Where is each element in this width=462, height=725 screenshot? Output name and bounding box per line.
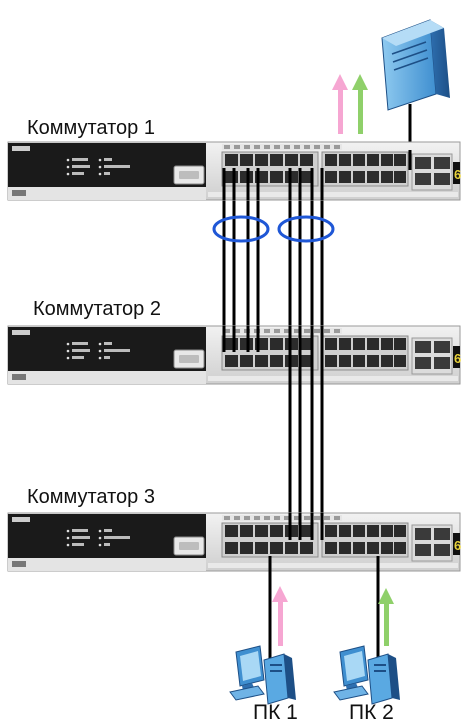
- switch-1-label: Коммутатор 1: [27, 117, 155, 139]
- pc-1-icon: [229, 645, 297, 705]
- switch-3-label: Коммутатор 3: [27, 486, 155, 508]
- lag-ring-1: [212, 215, 270, 243]
- diagram-canvas: 6: [7, 19, 462, 705]
- pc2-traffic-arrow-top: [352, 74, 368, 134]
- lag-ring-2: [277, 215, 335, 243]
- pc1-traffic-arrow-top: [332, 74, 348, 134]
- pc-2-label: ПК 2: [349, 701, 394, 724]
- switch-3-icon: [7, 512, 462, 572]
- network-diagram: 6 Коммутатор 1 Коммутатор 2 Коммутатор 3…: [0, 0, 462, 725]
- switch-2-label: Коммутатор 2: [33, 298, 161, 320]
- pc1-traffic-arrow-bottom: [272, 586, 288, 646]
- pc2-traffic-arrow-bottom: [378, 588, 394, 646]
- pc-1-label: ПК 1: [253, 701, 298, 724]
- pc-2-icon: [333, 645, 401, 705]
- server-icon: [381, 19, 450, 111]
